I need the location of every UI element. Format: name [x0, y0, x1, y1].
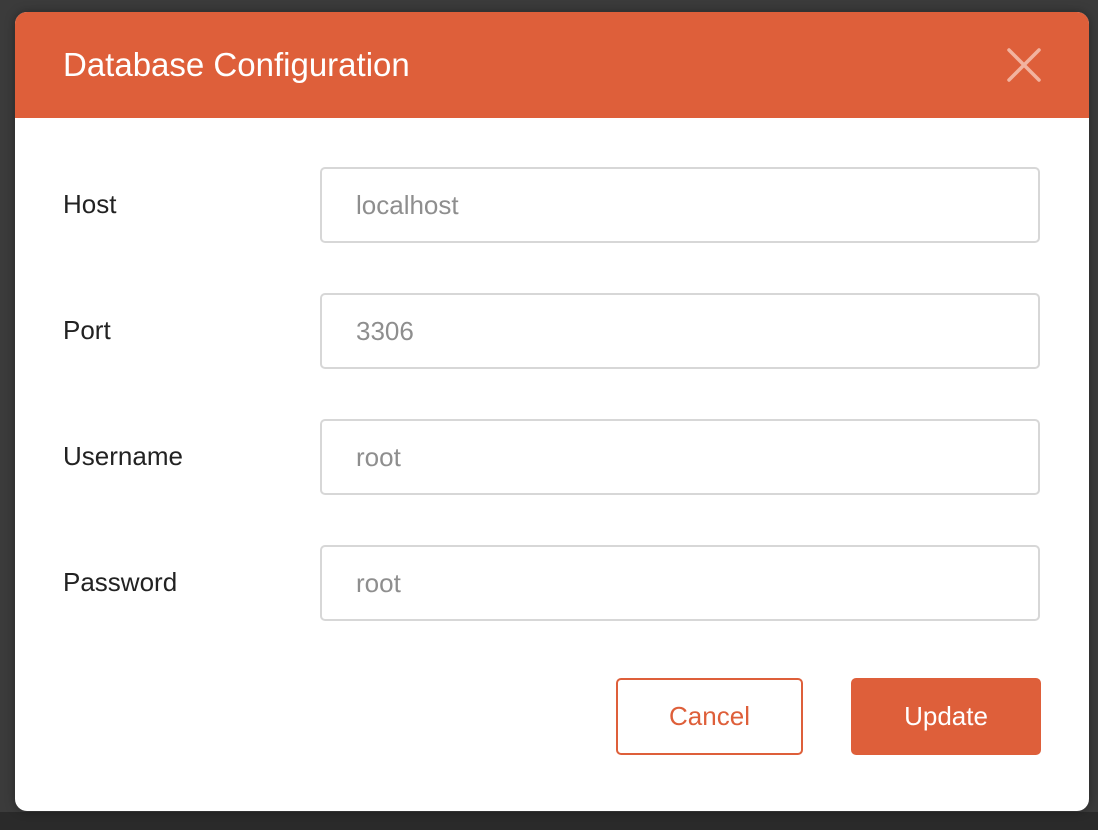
background-window-strip [0, 812, 1098, 830]
port-label: Port [63, 315, 111, 345]
dialog-header: Database Configuration [15, 12, 1089, 118]
close-icon [1007, 48, 1041, 82]
username-input[interactable] [320, 419, 1040, 495]
password-label: Password [63, 567, 178, 597]
cancel-button[interactable]: Cancel [616, 678, 803, 755]
dialog-title: Database Configuration [63, 46, 410, 83]
database-config-dialog: Database Configuration Host Port Usernam… [15, 12, 1089, 811]
update-button[interactable]: Update [851, 678, 1041, 755]
host-label: Host [63, 189, 117, 219]
close-button[interactable] [1005, 46, 1043, 84]
host-input[interactable] [320, 167, 1040, 243]
password-input[interactable] [320, 545, 1040, 621]
port-input[interactable] [320, 293, 1040, 369]
username-label: Username [63, 441, 183, 471]
